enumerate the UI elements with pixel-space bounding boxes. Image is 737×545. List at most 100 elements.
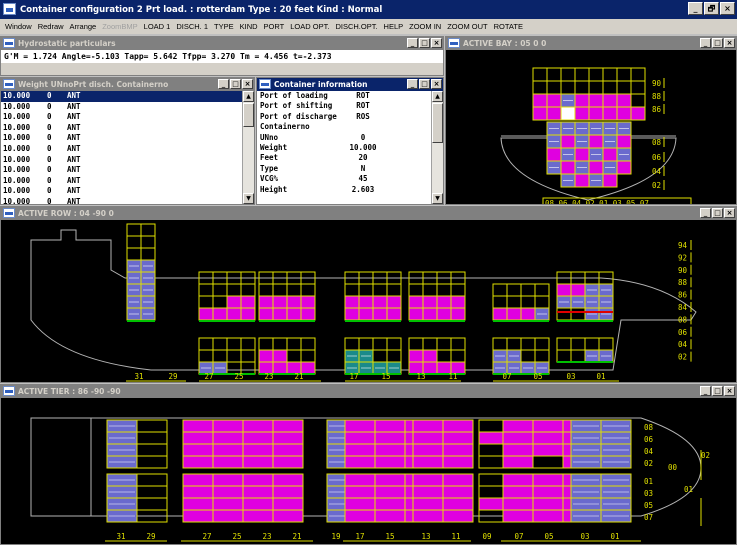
container-info-panel: Port of loading ROT Port of shifting ROT Por… (257, 91, 431, 204)
container-slot (344, 307, 360, 321)
close-button[interactable]: × (431, 38, 442, 48)
container-slot (506, 337, 522, 351)
list-row[interactable]: 10.000 0 ANT (1, 102, 242, 113)
info-value: 10.000 (349, 142, 377, 152)
maximize-button[interactable]: □ (419, 79, 430, 89)
maximize-button[interactable]: □ (419, 38, 430, 48)
close-button[interactable]: × (431, 79, 442, 89)
maximize-button[interactable]: □ (712, 386, 723, 396)
scroll-thumb[interactable] (432, 103, 443, 143)
container-slot (560, 80, 576, 95)
active-tier-titlebar[interactable]: ACTIVE TIER : 86 -90 -90 _ □ × (1, 385, 736, 398)
menu-rotate[interactable]: ROTATE (491, 22, 526, 31)
weight-list-titlebar[interactable]: Weight UNnoPrt disch. Containerno _ □ × (1, 78, 254, 91)
close-button[interactable]: × (720, 2, 735, 15)
list-row[interactable]: 10.000 0 ANT (1, 123, 242, 134)
menu-arrange[interactable]: Arrange (67, 22, 100, 31)
container-slot (372, 295, 388, 309)
list-row[interactable]: 10.000 0 ANT (1, 176, 242, 187)
container-slot (240, 295, 256, 309)
list-row[interactable]: 10.000 0 ANT (1, 144, 242, 155)
container-list[interactable]: 10.000 0 ANT 10.000 0 ANT 10.000 0 ANT 10.000 0 ANT… (1, 91, 242, 204)
container-slot (344, 419, 376, 433)
container-slot (272, 419, 304, 433)
container-slot (442, 431, 474, 445)
container-slot (212, 349, 228, 363)
list-row[interactable]: 10.000 0 ANT (1, 155, 242, 166)
row-canvas[interactable]: 31 29 27 25 23 21 17 15 13 11 07 05 03 01 94 92 90 88 86 84… (1, 220, 736, 382)
menu-help[interactable]: HELP (381, 22, 407, 31)
bay-label: 01 (596, 372, 605, 381)
scroll-down-icon[interactable]: ▼ (243, 193, 254, 204)
active-row-titlebar[interactable]: ACTIVE ROW : 04 -90 0 _ □ × (1, 207, 736, 220)
container-slot (442, 419, 474, 433)
list-row[interactable]: 10.000 0 ANT (1, 91, 242, 102)
container-info-titlebar[interactable]: Container information _ □ × (257, 78, 443, 91)
scroll-up-icon[interactable]: ▲ (243, 91, 254, 102)
row-label: 05 (644, 501, 653, 510)
menu-window[interactable]: Window (2, 22, 35, 31)
container-slot (126, 235, 142, 249)
minimize-button[interactable]: _ (700, 38, 711, 48)
menu-type[interactable]: TYPE (211, 22, 237, 31)
scroll-up-icon[interactable]: ▲ (432, 91, 443, 102)
container-slot (602, 106, 618, 121)
container-slot (226, 283, 242, 297)
list-row[interactable]: 10.000 0 ANT (1, 186, 242, 197)
list-row[interactable]: 10.000 0 ANT (1, 197, 242, 204)
container-slot (226, 349, 242, 363)
info-value: 45 (358, 174, 368, 184)
row-label: 01 (644, 477, 653, 486)
close-button[interactable]: × (724, 38, 735, 48)
close-button[interactable]: × (724, 208, 735, 218)
scroll-down-icon[interactable]: ▼ (432, 193, 443, 204)
scroll-thumb[interactable] (243, 103, 254, 127)
minimize-button[interactable]: _ (218, 79, 229, 89)
info-label: Type (260, 163, 279, 173)
container-slot (574, 106, 590, 121)
menu-disch-opt[interactable]: DISCH.OPT. (332, 22, 380, 31)
hydrostatic-title: Hydrostatic particulars (18, 39, 116, 48)
container-slot (358, 307, 374, 321)
container-slot (182, 443, 214, 457)
bay-canvas[interactable]: 90 88 86 08 06 04 02 08 06 04 02 01 03 05 07 (446, 50, 736, 204)
tier-canvas[interactable]: 08 06 04 02 01 03 05 07 02 00 01 31 29 27 25 23 21 19 17 15… (1, 398, 736, 544)
maximize-button[interactable]: □ (712, 208, 723, 218)
minimize-button[interactable]: _ (688, 2, 703, 15)
maximize-button[interactable]: □ (230, 79, 241, 89)
menu-kind[interactable]: KIND (237, 22, 261, 31)
close-button[interactable]: × (242, 79, 253, 89)
menu-port[interactable]: PORT (261, 22, 288, 31)
list-row[interactable]: 10.000 0 ANT (1, 165, 242, 176)
hydrostatic-titlebar[interactable]: Hydrostatic particulars _ □ × (1, 37, 443, 50)
container-slot (532, 93, 548, 108)
tier-label: 88 (652, 92, 662, 101)
list-row[interactable]: 10.000 0 ANT (1, 133, 242, 144)
minimize-button[interactable]: _ (407, 79, 418, 89)
menu-redraw[interactable]: Redraw (35, 22, 67, 31)
container-slot (570, 283, 586, 297)
container-slot (616, 160, 632, 175)
maximize-button[interactable]: □ (712, 38, 723, 48)
container-slot (502, 497, 534, 511)
container-slot (532, 431, 564, 445)
close-button[interactable]: × (724, 386, 735, 396)
container-slot (450, 349, 466, 363)
menu-load1[interactable]: LOAD 1 (141, 22, 174, 31)
minimize-button[interactable]: _ (407, 38, 418, 48)
minimize-button[interactable]: _ (700, 386, 711, 396)
menu-disch1[interactable]: DISCH. 1 (173, 22, 211, 31)
info-scrollbar[interactable]: ▲ ▼ (431, 91, 443, 204)
list-scrollbar[interactable]: ▲ ▼ (242, 91, 254, 204)
container-slot (442, 455, 474, 469)
bay-label: 29 (146, 532, 155, 541)
restore-button[interactable]: 🗗 (704, 2, 719, 15)
container-slot (198, 337, 214, 351)
menu-zoom-in[interactable]: ZOOM IN (406, 22, 444, 31)
container-slot (560, 106, 576, 121)
menu-zoom-out[interactable]: ZOOM OUT (444, 22, 490, 31)
minimize-button[interactable]: _ (700, 208, 711, 218)
list-row[interactable]: 10.000 0 ANT (1, 112, 242, 123)
active-bay-titlebar[interactable]: ACTIVE BAY : 05 0 0 _ □ × (446, 37, 736, 50)
menu-load-opt[interactable]: LOAD OPT. (287, 22, 332, 31)
